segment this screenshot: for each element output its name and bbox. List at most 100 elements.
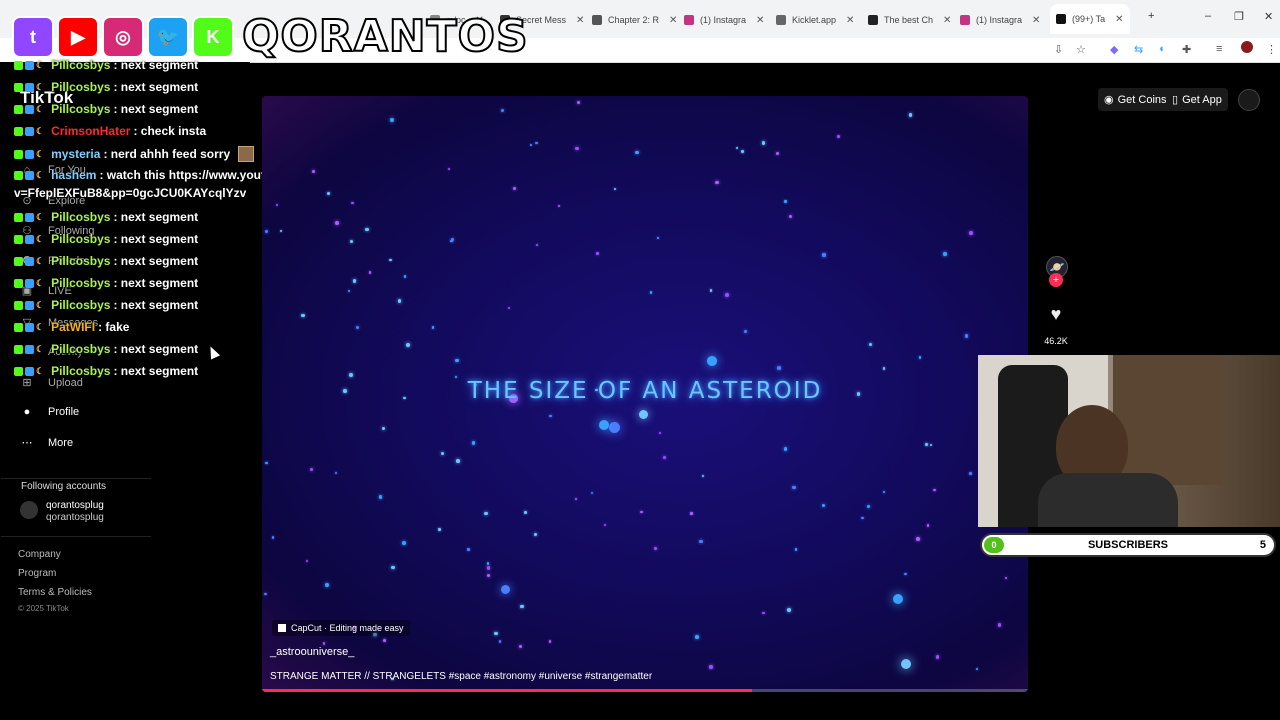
star-particle [335,221,340,226]
star-particle [861,516,864,520]
tab-close-icon[interactable]: ✕ [1115,14,1123,25]
chat-text: : next segment [113,364,199,378]
star-particle [484,511,488,516]
kick-badge-icon [14,212,23,222]
tab-close-icon[interactable]: ✕ [576,15,584,26]
chat-text: : fake [98,320,130,334]
star-particle [653,546,657,550]
new-tab-button[interactable]: + [1148,10,1154,22]
chat-username[interactable]: Pillcosbys [51,210,110,224]
star-particle [736,146,739,149]
star-particle [402,541,407,545]
translate-icon[interactable]: ⇆ [1134,43,1143,56]
chat-username[interactable]: Pillcosbys [51,364,110,378]
chat-username[interactable]: Pillcosbys [51,58,110,72]
star-particle [639,410,649,420]
star-particle [271,536,274,539]
chat-username[interactable]: PatWIFI [51,320,95,334]
browser-tab[interactable]: (1) Instagra ✕ [684,8,764,32]
extensions-puzzle-icon[interactable]: ✚ [1182,43,1191,56]
chat-username[interactable]: Pillcosbys [51,102,110,116]
close-window-button[interactable]: ✕ [1264,10,1273,23]
minimize-button[interactable]: – [1205,10,1211,22]
chat-username[interactable]: Pillcosbys [51,342,110,356]
video-progress-fill [262,689,753,692]
browser-menu-icon[interactable]: ⋮ [1266,43,1277,56]
bookmark-star-icon[interactable]: ☆ [1076,43,1086,56]
kick-badge-icon [14,82,23,92]
tab-close-icon[interactable]: ✕ [756,15,764,26]
star-particle [787,607,791,612]
chat-text: : next segment [113,210,199,224]
moon-badge-icon: ☾ [36,103,45,114]
chat-username[interactable]: hashem [51,168,96,182]
streamer-socials-overlay: t ▶ ◎ 🐦 K QORANTOS [12,10,529,64]
extension-icon[interactable]: ◆ [1110,43,1118,56]
browser-tab[interactable]: Chapter 2: R ✕ [592,8,677,32]
like-heart-icon[interactable]: ♥ [1046,304,1066,324]
video-progress-bar[interactable] [262,689,1028,692]
get-coins-button[interactable]: ◉ Get Coins [1098,88,1173,111]
subscriber-badge-icon [25,60,34,70]
subscriber-goal-bar: 0 SUBSCRIBERS 5 [980,533,1276,557]
chat-username[interactable]: Pillcosbys [51,232,110,246]
star-particle [1004,576,1008,580]
sidebar-item-profile[interactable]: ● Profile [20,406,80,418]
star-particle [368,271,371,274]
user-avatar[interactable] [1238,89,1260,111]
tab-label: (1) Instagra [700,15,747,25]
profile-avatar[interactable] [1241,41,1253,53]
chat-message: ☾ CrimsonHater: check insta [14,124,206,138]
tab-close-icon[interactable]: ✕ [669,15,677,26]
chat-username[interactable]: Pillcosbys [51,254,110,268]
star-particle [456,458,460,463]
tab-favicon-icon [1056,14,1066,24]
phone-icon: ▯ [1172,94,1179,106]
audio-icon[interactable]: ◖ [1158,43,1165,55]
kick-badge-icon [14,104,23,114]
browser-tab[interactable]: Kicklet.app ✕ [776,8,854,32]
chat-username[interactable]: Pillcosbys [51,80,110,94]
star-particle [997,623,1002,627]
moon-badge-icon: ☾ [36,59,45,70]
chat-username[interactable]: mysteria [51,147,100,161]
chat-message: ☾ Pillcosbys: next segment [14,298,198,312]
following-avatar[interactable] [20,501,38,519]
sidebar-item-more[interactable]: ⋯ More [20,436,74,450]
chat-username[interactable]: CrimsonHater [51,124,130,138]
video-author[interactable]: _astroouniverse_ [270,646,354,658]
footer-link[interactable]: Program [18,568,56,579]
subscriber-badge-icon [25,82,34,92]
install-icon[interactable]: ⇩ [1054,43,1063,56]
chat-text: : next segment [113,298,199,312]
video-player[interactable]: THE SIZE OF AN ASTEROID CapCut · Editing… [262,96,1028,692]
divider [1,478,151,479]
star-particle [334,471,337,474]
browser-tab[interactable]: (99+) Ta ✕ [1050,4,1130,34]
subscriber-badge-icon [25,126,34,136]
moon-badge-icon: ☾ [36,299,45,310]
capcut-tag[interactable]: CapCut · Editing made easy [272,620,410,636]
star-particle [893,593,904,604]
star-particle [761,141,766,145]
footer-link[interactable]: Terms & Policies [18,587,92,598]
restore-button[interactable]: ❐ [1234,10,1244,23]
tab-close-icon[interactable]: ✕ [846,15,854,26]
browser-tab[interactable]: (1) Instagra ✕ [960,8,1040,32]
moon-badge-icon: ☾ [36,169,45,180]
star-particle [882,367,886,371]
kick-badge-icon [14,170,23,180]
get-app-button[interactable]: ▯ Get App [1166,88,1228,111]
tab-close-icon[interactable]: ✕ [1032,15,1040,26]
follow-plus-icon[interactable]: + [1049,273,1063,287]
star-particle [557,204,560,207]
kick-badge-icon [14,234,23,244]
browser-tab[interactable]: The best Ch ✕ [868,8,951,32]
media-control-icon[interactable]: ≡ [1216,43,1222,55]
tab-close-icon[interactable]: ✕ [943,15,951,26]
subscriber-badge-icon [25,322,34,332]
following-account-name[interactable]: qorantosplug [46,500,104,511]
footer-link[interactable]: Company [18,549,61,560]
chat-username[interactable]: Pillcosbys [51,276,110,290]
chat-username[interactable]: Pillcosbys [51,298,110,312]
